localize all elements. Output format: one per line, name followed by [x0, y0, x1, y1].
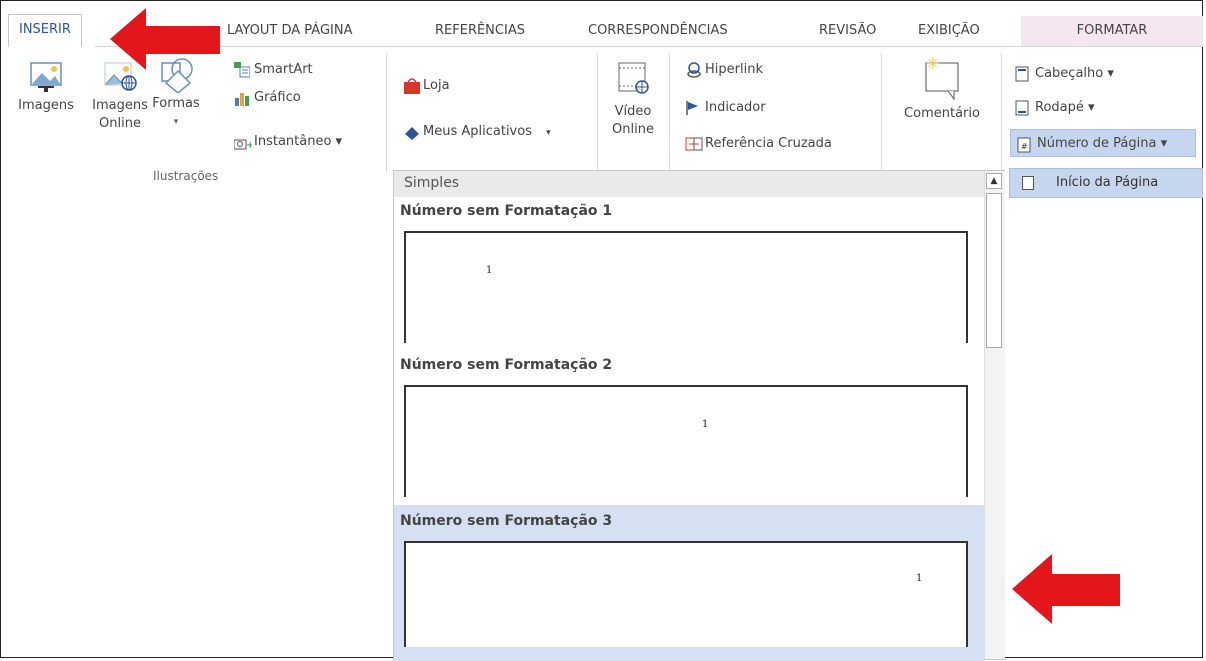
imagens-online-label-1: Imagens [92, 98, 148, 113]
imagens-button[interactable]: Imagens [15, 59, 77, 115]
page-preview: 1 [404, 541, 968, 647]
gallery-item-2[interactable]: Número sem Formatação 2 1 [394, 347, 984, 497]
tab-revisao[interactable]: REVISÃO [819, 16, 876, 46]
comment-icon: ✳ [920, 53, 964, 101]
svg-text:+: + [246, 140, 252, 150]
tab-referencias[interactable]: REFERÊNCIAS [435, 16, 525, 46]
instantaneo-label: Instantâneo ▾ [254, 134, 343, 149]
hiperlink-button[interactable]: Hiperlink [685, 59, 763, 81]
group-label-ilustracoes: Ilustrações [153, 169, 219, 183]
submenu-inicio-da-pagina[interactable]: Início da Página [1009, 168, 1203, 198]
tab-formatar[interactable]: FORMATAR [1021, 16, 1203, 46]
cross-reference-icon [685, 136, 703, 152]
tab-correspondencias[interactable]: CORRESPONDÊNCIAS [588, 16, 728, 46]
video-online-label-2: Online [612, 122, 654, 137]
bookmark-flag-icon [685, 100, 701, 116]
apps-icon [403, 124, 419, 140]
link-icon [685, 61, 701, 78]
rodape-label: Rodapé ▾ [1035, 100, 1095, 115]
store-icon [403, 77, 420, 94]
gallery-item-3[interactable]: Número sem Formatação 3 1 [394, 505, 984, 661]
loja-label: Loja [423, 78, 450, 93]
page-number-preview: 1 [916, 573, 923, 584]
grafico-label: Gráfico [254, 90, 301, 105]
page-top-icon [1022, 176, 1034, 190]
annotation-arrow-icon [1012, 554, 1120, 624]
smartart-label: SmartArt [254, 62, 313, 77]
video-online-label-1: Vídeo [614, 104, 652, 119]
chart-icon [234, 90, 250, 106]
gallery-scrollbar[interactable]: ▲ [984, 171, 1005, 659]
header-icon [1015, 66, 1031, 82]
footer-icon [1015, 100, 1031, 116]
meus-aplicativos-label: Meus Aplicativos [423, 124, 532, 139]
svg-text:#: # [1021, 142, 1028, 151]
inicio-da-pagina-label: Início da Página [1056, 175, 1159, 190]
formas-dropdown-arrow: ▾ [173, 117, 179, 127]
smartart-button[interactable]: SmartArt [234, 59, 313, 81]
comentario-label: Comentário [904, 106, 980, 121]
group-separator [881, 53, 882, 173]
numero-de-pagina-button[interactable]: # Número de Página ▾ [1010, 129, 1196, 157]
imagens-online-label-2: Online [99, 116, 141, 131]
tab-layout-da-pagina[interactable]: LAYOUT DA PÁGINA [227, 16, 352, 46]
referencia-cruzada-label: Referência Cruzada [705, 136, 832, 151]
tab-inserir[interactable]: INSERIR [8, 14, 82, 47]
scroll-up-arrow-icon[interactable]: ▲ [986, 173, 1002, 189]
svg-text:✳: ✳ [926, 54, 939, 73]
group-separator [669, 53, 670, 173]
indicador-label: Indicador [705, 100, 766, 115]
screenshot-icon: + [233, 134, 254, 151]
group-separator [597, 53, 598, 173]
page-number-preview: 1 [702, 419, 709, 430]
formas-label: Formas [152, 96, 200, 111]
grafico-button[interactable]: Gráfico [234, 87, 301, 109]
gallery-section-header: Simples [394, 171, 984, 197]
rodape-button[interactable]: Rodapé ▾ [1015, 97, 1095, 119]
cabecalho-label: Cabeçalho ▾ [1035, 66, 1114, 81]
page-preview: 1 [404, 231, 968, 343]
gallery-section-title: Simples [404, 175, 460, 191]
video-icon [615, 59, 651, 99]
picture-icon [28, 59, 64, 93]
hiperlink-label: Hiperlink [705, 62, 763, 77]
page-number-gallery: Simples Número sem Formatação 1 1 Número… [393, 170, 1005, 661]
scrollbar-thumb[interactable] [986, 193, 1002, 348]
referencia-cruzada-button[interactable]: Referência Cruzada [685, 133, 832, 155]
meus-aplicativos-arrow: ▾ [546, 128, 551, 138]
loja-button[interactable]: Loja [403, 75, 450, 97]
page-preview: 1 [404, 385, 968, 497]
meus-aplicativos-button[interactable]: Meus Aplicativos ▾ [403, 121, 551, 143]
video-online-button[interactable]: Vídeo Online [605, 59, 661, 139]
instantaneo-button[interactable]: + Instantâneo ▾ [233, 131, 343, 153]
smartart-icon [234, 61, 251, 78]
tab-exibicao[interactable]: EXIBIÇÃO [918, 16, 980, 46]
page-number-icon: # [1017, 136, 1033, 152]
numero-de-pagina-label: Número de Página ▾ [1037, 136, 1168, 151]
comentario-button[interactable]: ✳ Comentário [889, 53, 995, 123]
annotation-arrow-icon [110, 8, 220, 70]
indicador-button[interactable]: Indicador [685, 97, 766, 119]
group-separator [1001, 53, 1002, 173]
gallery-item-title: Número sem Formatação 2 [400, 357, 613, 373]
imagens-label: Imagens [18, 98, 74, 113]
gallery-item-title: Número sem Formatação 3 [400, 513, 613, 529]
cabecalho-button[interactable]: Cabeçalho ▾ [1015, 63, 1114, 85]
group-separator [386, 53, 387, 173]
gallery-item-1[interactable]: Número sem Formatação 1 1 [394, 197, 984, 347]
page-number-preview: 1 [486, 265, 493, 276]
gallery-item-title: Número sem Formatação 1 [400, 203, 613, 219]
